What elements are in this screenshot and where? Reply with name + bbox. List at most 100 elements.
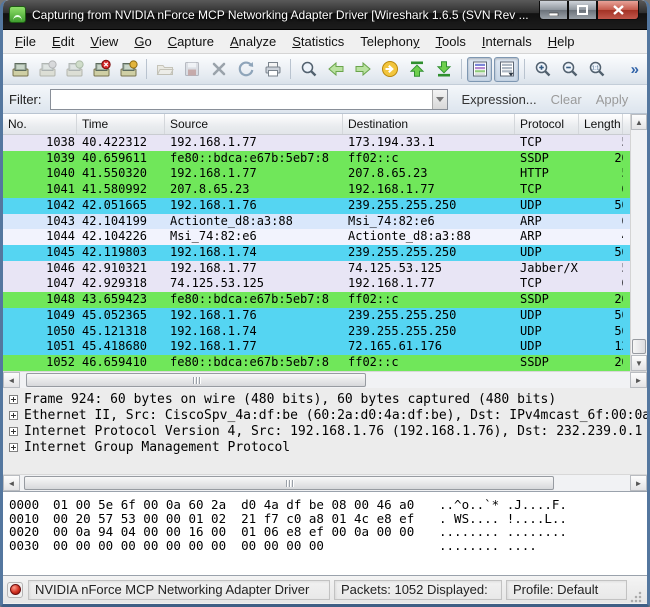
- packet-row-1044[interactable]: 1044 42.104226 Msi_74:82:e6 Actionte_d8:a3:…: [3, 229, 647, 246]
- horizontal-scroll-thumb[interactable]: [24, 476, 554, 490]
- hex-row-0000[interactable]: 0000 01 00 5e 6f 00 0a 60 2a d0 4a df be …: [9, 498, 645, 512]
- column-header-no[interactable]: No.: [3, 114, 77, 134]
- cell-src: fe80::bdca:e67b:5eb7:8: [170, 150, 329, 165]
- details-horizontal-scrollbar[interactable]: ◄ ►: [3, 474, 647, 491]
- detail-row-1[interactable]: Ethernet II, Src: CiscoSpv_4a:df:be (60:…: [7, 407, 647, 423]
- menu-telephony[interactable]: Telephony: [352, 31, 427, 52]
- go-top-icon[interactable]: [404, 57, 429, 82]
- autoscroll-icon[interactable]: [494, 56, 519, 82]
- expression-button[interactable]: Expression...: [462, 92, 537, 107]
- filter-input[interactable]: [50, 89, 432, 109]
- packet-row-1050[interactable]: 1050 45.121318 192.168.1.74 239.255.255.250…: [3, 323, 647, 340]
- apply-button[interactable]: Apply: [596, 92, 629, 107]
- go-to-packet-icon[interactable]: [377, 57, 402, 82]
- detail-row-0[interactable]: Frame 924: 60 bytes on wire (480 bits), …: [7, 391, 647, 407]
- horizontal-scroll-track[interactable]: [20, 372, 630, 388]
- status-packet-count: Packets: 1052 Displayed:: [334, 579, 502, 600]
- column-header-dst[interactable]: Destination: [343, 114, 515, 134]
- column-header-len[interactable]: Length: [579, 114, 623, 134]
- expand-plus-icon[interactable]: [9, 394, 18, 404]
- interfaces-icon[interactable]: [8, 57, 33, 82]
- maximize-button[interactable]: [568, 0, 597, 20]
- packet-row-1052[interactable]: 1052 46.659410 fe80::bdca:e67b:5eb7:8 ff02:…: [3, 355, 647, 371]
- packet-bytes-pane[interactable]: 0000 01 00 5e 6f 00 0a 60 2a d0 4a df be …: [3, 492, 647, 576]
- close-file-icon[interactable]: [206, 57, 231, 82]
- print-icon[interactable]: [260, 57, 285, 82]
- capture-start-icon[interactable]: [62, 57, 87, 82]
- packet-row-1051[interactable]: 1051 45.418680 192.168.1.77 72.165.61.176 UD…: [3, 339, 647, 356]
- filter-bar: Filter: Expression... Clear Apply: [3, 85, 647, 114]
- expand-plus-icon[interactable]: [9, 426, 18, 436]
- column-header-src[interactable]: Source: [165, 114, 343, 134]
- packet-row-1041[interactable]: 1041 41.580992 207.8.65.23 192.168.1.77 TCP 6…: [3, 182, 647, 198]
- packet-row-1047[interactable]: 1047 42.929318 74.125.53.125 192.168.1.77 TC…: [3, 276, 647, 293]
- zoom-100-icon[interactable]: 1:1: [584, 57, 609, 82]
- packet-row-1048[interactable]: 1048 43.659423 fe80::bdca:e67b:5eb7:8 ff02:…: [3, 292, 647, 308]
- column-header-proto[interactable]: Protocol: [515, 114, 579, 134]
- packet-list-vertical-scrollbar[interactable]: ▲ ▼: [630, 114, 647, 371]
- scroll-up-arrow-icon[interactable]: ▲: [631, 114, 647, 130]
- expand-plus-icon[interactable]: [9, 442, 18, 452]
- detail-row-2[interactable]: Internet Protocol Version 4, Src: 192.16…: [7, 423, 647, 439]
- menu-go[interactable]: Go: [126, 31, 159, 52]
- hex-row-0020[interactable]: 0020 00 0a 94 04 00 00 16 00 01 06 e8 ef …: [9, 525, 645, 539]
- hex-row-0010[interactable]: 0010 00 20 57 53 00 00 01 02 21 f7 c0 a8 …: [9, 511, 645, 526]
- zoom-in-icon[interactable]: [530, 57, 555, 82]
- menu-analyze[interactable]: Analyze: [222, 31, 284, 52]
- open-file-icon[interactable]: [152, 57, 177, 82]
- filter-dropdown-icon[interactable]: [431, 89, 447, 109]
- packet-row-1049[interactable]: 1049 45.052365 192.168.1.76 239.255.255.250…: [3, 307, 647, 324]
- scroll-left-arrow-icon[interactable]: ◄: [3, 372, 20, 388]
- capture-restart-icon[interactable]: [116, 57, 141, 82]
- packet-row-1042[interactable]: 1042 42.051665 192.168.1.76 239.255.255.250…: [3, 197, 647, 214]
- menu-help[interactable]: Help: [540, 31, 583, 52]
- scroll-right-arrow-icon[interactable]: ►: [630, 372, 647, 388]
- menu-edit[interactable]: Edit: [44, 31, 82, 52]
- window-resize-grip[interactable]: [630, 590, 643, 603]
- horizontal-scroll-thumb[interactable]: [26, 373, 366, 387]
- column-header-time[interactable]: Time: [77, 114, 165, 134]
- packet-row-1046[interactable]: 1046 42.910321 192.168.1.77 74.125.53.125 Ja…: [3, 260, 647, 277]
- detail-row-3[interactable]: Internet Group Management Protocol: [7, 439, 647, 455]
- save-file-icon[interactable]: [179, 57, 204, 82]
- menu-file[interactable]: File: [7, 31, 44, 52]
- packet-list-horizontal-scrollbar[interactable]: ◄ ►: [3, 371, 647, 388]
- scroll-down-arrow-icon[interactable]: ▼: [631, 355, 647, 371]
- packet-list-header: No. Time Source Destination Protocol Length: [3, 114, 647, 135]
- capture-options-icon[interactable]: [35, 57, 60, 82]
- horizontal-scroll-track[interactable]: [20, 475, 630, 491]
- menu-internals[interactable]: Internals: [474, 31, 540, 52]
- scroll-left-arrow-icon[interactable]: ◄: [3, 475, 20, 491]
- menu-capture[interactable]: Capture: [160, 31, 222, 52]
- close-button[interactable]: [597, 0, 639, 20]
- minimize-button[interactable]: [539, 0, 568, 20]
- menu-statistics[interactable]: Statistics: [284, 31, 352, 52]
- cell-src: 192.168.1.77: [170, 135, 257, 149]
- expert-info-button[interactable]: [7, 581, 23, 598]
- cell-no: 1051: [46, 339, 75, 354]
- scroll-right-arrow-icon[interactable]: ►: [630, 475, 647, 491]
- clear-button[interactable]: Clear: [551, 92, 582, 107]
- vertical-scroll-track[interactable]: [631, 130, 647, 355]
- zoom-out-icon[interactable]: [557, 57, 582, 82]
- colorize-icon[interactable]: [467, 56, 492, 82]
- menu-tools[interactable]: Tools: [428, 31, 474, 52]
- packet-row-1045[interactable]: 1045 42.119803 192.168.1.74 239.255.255.250…: [3, 245, 647, 261]
- reload-icon[interactable]: [233, 57, 258, 82]
- toolbar-overflow-chevron-icon[interactable]: »: [631, 61, 639, 78]
- vertical-scroll-thumb[interactable]: [632, 339, 646, 354]
- cell-no: 1038: [46, 135, 75, 149]
- packet-row-1043[interactable]: 1043 42.104199 Actionte_d8:a3:88 Msi_74:82:…: [3, 213, 647, 230]
- hex-row-0030[interactable]: 0030 00 00 00 00 00 00 00 00 00 00 00 00.…: [9, 538, 645, 553]
- capture-stop-icon[interactable]: [89, 57, 114, 82]
- go-forward-icon[interactable]: [350, 57, 375, 82]
- menu-view[interactable]: View: [82, 31, 126, 52]
- cell-src: fe80::bdca:e67b:5eb7:8: [170, 355, 329, 370]
- find-icon[interactable]: [296, 57, 321, 82]
- packet-row-1039[interactable]: 1039 40.659611 fe80::bdca:e67b:5eb7:8 ff02:…: [3, 150, 647, 167]
- go-back-icon[interactable]: [323, 57, 348, 82]
- expand-plus-icon[interactable]: [9, 410, 18, 420]
- packet-row-1038[interactable]: 1038 40.422312 192.168.1.77 173.194.33.1 TCP…: [3, 135, 647, 151]
- go-bottom-icon[interactable]: [431, 57, 456, 82]
- packet-row-1040[interactable]: 1040 41.550320 192.168.1.77 207.8.65.23 HTTP…: [3, 166, 647, 183]
